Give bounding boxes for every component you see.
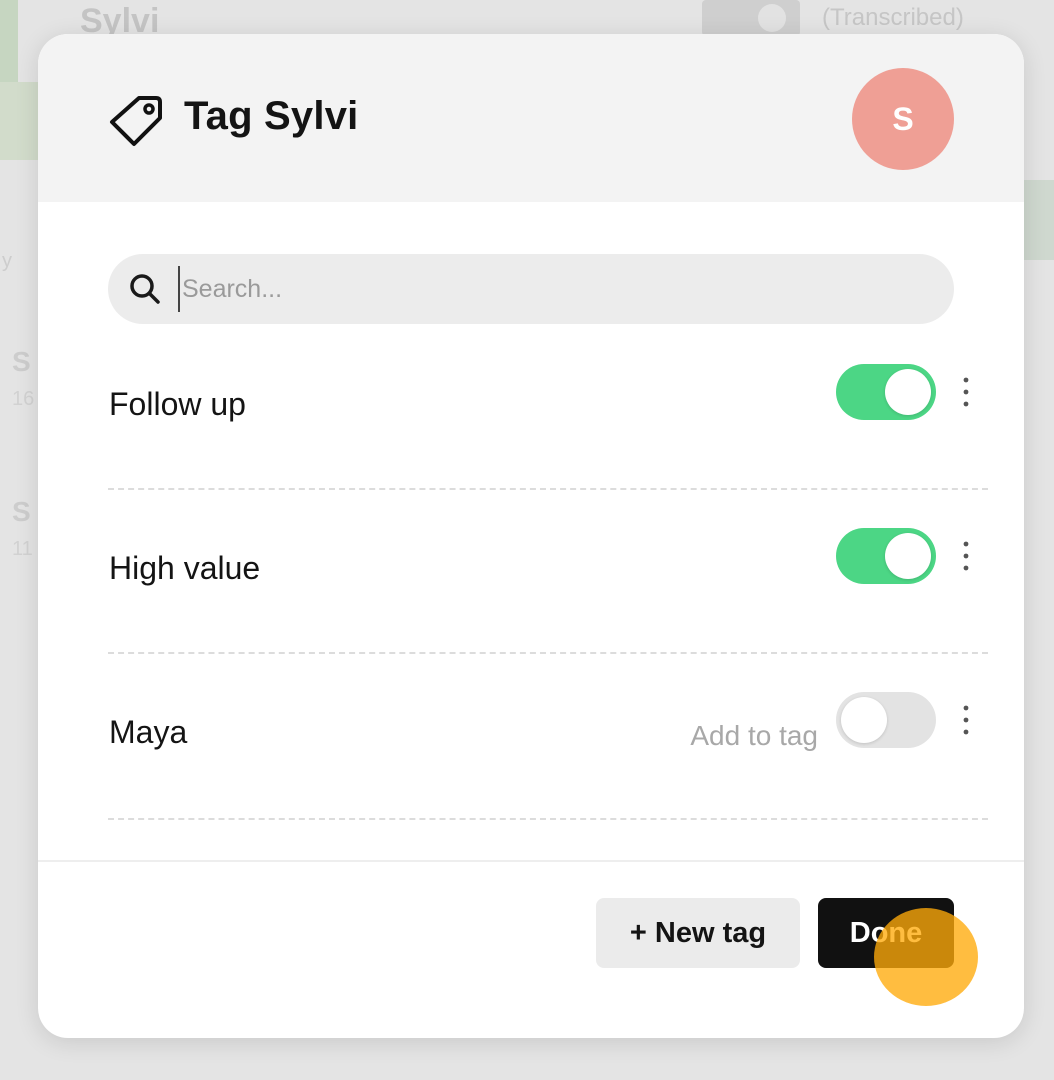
play-icon bbox=[758, 4, 786, 32]
tag-name: Follow up bbox=[109, 386, 246, 422]
add-to-tag-hint: Add to tag bbox=[690, 720, 818, 751]
toggle-maya[interactable] bbox=[836, 692, 936, 748]
done-button[interactable]: Done bbox=[818, 898, 954, 968]
background-list-item-sub: 16 bbox=[12, 388, 35, 410]
search-input[interactable] bbox=[178, 266, 918, 312]
background-side-text: y bbox=[2, 250, 12, 272]
toggle-high-value[interactable] bbox=[836, 528, 936, 584]
more-options-icon[interactable] bbox=[954, 700, 978, 740]
modal-title: Tag Sylvi bbox=[184, 94, 359, 138]
search-bar[interactable] bbox=[108, 254, 954, 324]
background-thumbnail bbox=[0, 82, 38, 160]
toggle-follow-up[interactable] bbox=[836, 364, 936, 420]
background-list-item-title: S bbox=[12, 346, 31, 377]
new-tag-button[interactable]: + New tag bbox=[596, 898, 800, 968]
background-list-item-sub: 11 bbox=[12, 538, 33, 560]
footer-divider bbox=[38, 860, 1024, 862]
tag-name: Maya bbox=[109, 714, 188, 750]
toggle-knob bbox=[841, 697, 887, 743]
avatar[interactable]: S bbox=[852, 68, 954, 170]
search-icon bbox=[130, 274, 160, 304]
more-options-icon[interactable] bbox=[954, 536, 978, 576]
tag-row-maya: Maya Add to tag bbox=[108, 692, 988, 834]
row-divider bbox=[108, 488, 988, 490]
row-divider bbox=[108, 818, 988, 820]
more-options-icon[interactable] bbox=[954, 372, 978, 412]
tag-name: High value bbox=[109, 550, 261, 586]
tag-icon bbox=[110, 96, 162, 146]
background-side-panel bbox=[1024, 180, 1054, 260]
row-divider bbox=[108, 652, 988, 654]
background-status: (Transcribed) bbox=[822, 4, 964, 31]
background-list-item-title: S bbox=[12, 496, 31, 527]
modal-header: Tag Sylvi S bbox=[38, 34, 1024, 202]
toggle-knob bbox=[885, 533, 931, 579]
toggle-knob bbox=[885, 369, 931, 415]
tag-modal: Tag Sylvi S Follow up High value bbox=[38, 34, 1024, 1038]
